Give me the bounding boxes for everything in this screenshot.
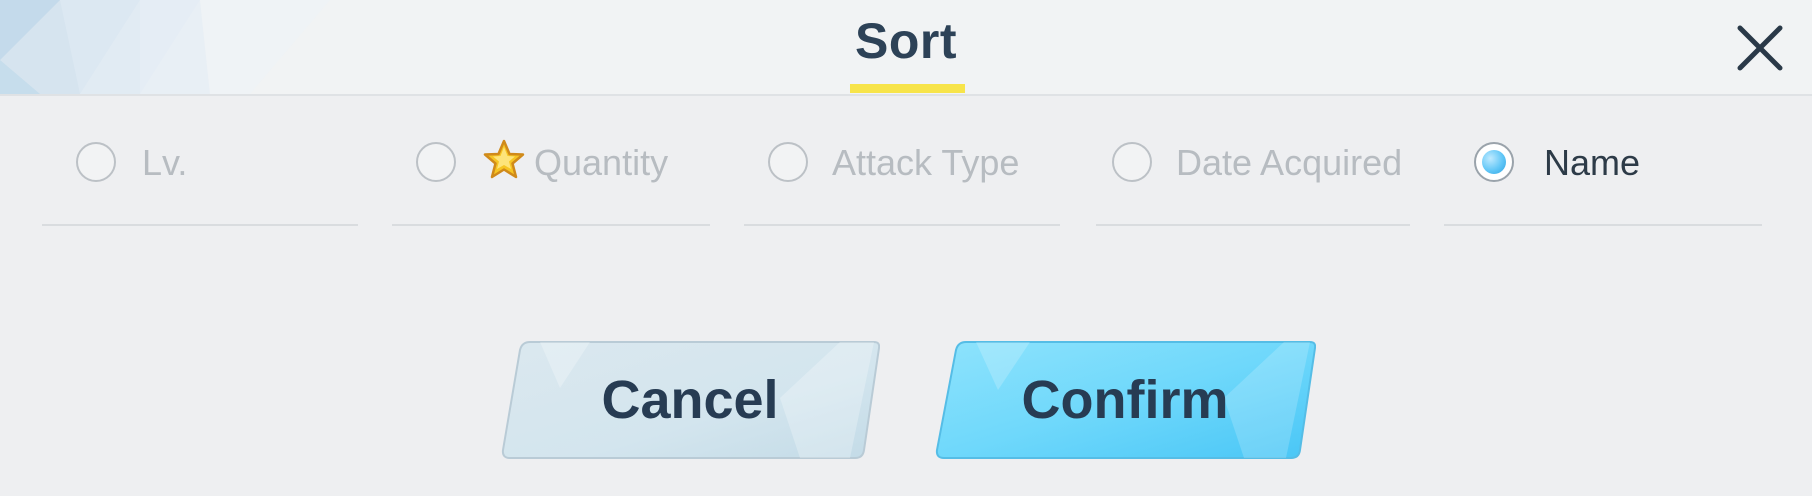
option-divider (1096, 224, 1410, 226)
dialog-header: Sort (0, 0, 1812, 96)
sort-option-label: Attack Type (832, 142, 1020, 183)
sort-option-name[interactable]: Name (1444, 96, 1762, 226)
confirm-button-label: Confirm (1021, 370, 1229, 430)
option-divider (744, 224, 1060, 226)
sort-option-label: Quantity (534, 142, 669, 183)
option-divider (1444, 224, 1762, 226)
option-divider (42, 224, 358, 226)
radio-unselected-icon[interactable] (1112, 142, 1152, 182)
cancel-button[interactable]: Cancel (500, 338, 880, 462)
radio-unselected-icon[interactable] (416, 142, 456, 182)
sort-dialog: Sort Lv. Quantity Attack Type Date Acqui… (0, 0, 1812, 496)
sort-option-label: Lv. (142, 142, 188, 183)
cancel-button-label: Cancel (601, 370, 779, 430)
sort-option-attack-type[interactable]: Attack Type (744, 96, 1060, 226)
radio-unselected-icon[interactable] (76, 142, 116, 182)
title-underline (850, 84, 965, 93)
sort-option-date-acquired[interactable]: Date Acquired (1096, 96, 1410, 226)
sort-option-level[interactable]: Lv. (42, 96, 358, 226)
sort-option-label: Name (1544, 142, 1641, 183)
star-icon (483, 139, 525, 179)
option-divider (392, 224, 710, 226)
radio-selected-icon[interactable] (1474, 142, 1514, 182)
sort-option-quantity[interactable]: Quantity (392, 96, 710, 226)
dialog-title: Sort (855, 13, 957, 69)
close-icon (1737, 25, 1783, 71)
confirm-button[interactable]: Confirm (934, 338, 1316, 462)
close-button[interactable] (1732, 20, 1788, 76)
sort-option-label: Date Acquired (1176, 142, 1403, 183)
radio-unselected-icon[interactable] (768, 142, 808, 182)
sort-options: Lv. Quantity Attack Type Date Acquired N… (0, 96, 1812, 236)
